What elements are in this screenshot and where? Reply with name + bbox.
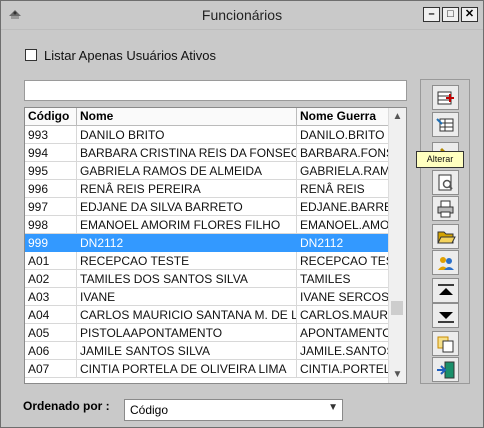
table-row[interactable]: 993 DANILO BRITO DANILO.BRITO (25, 126, 389, 144)
cell-codigo: 993 (25, 126, 77, 144)
table-row[interactable]: 995GABRIELA RAMOS DE ALMEIDAGABRIELA.RAM… (25, 162, 389, 180)
table-row[interactable]: 999 DN2112 DN2112 (25, 234, 389, 252)
title-bar[interactable]: Funcionários – □ ✕ (1, 1, 483, 30)
users-button[interactable] (432, 250, 459, 275)
cell-codigo: 995 (25, 162, 77, 180)
table-row[interactable]: A06 JAMILE SANTOS SILVA JAMILE.SANTOS (25, 342, 389, 360)
preview-button[interactable] (432, 170, 459, 195)
cell-nome-guerra: EMANOEL.AMOR (297, 216, 389, 234)
move-down-button[interactable] (432, 303, 459, 328)
cell-nome-guerra: EDJANE.BARRE (297, 198, 389, 216)
cell-nome: CARLOS MAURICIO SANTANA M. DE LIMA (77, 306, 297, 324)
cell-nome-guerra: APONTAMENTO (297, 324, 389, 342)
cell-nome-guerra: IVANE SERCOSE (297, 288, 389, 306)
cell-nome-guerra: TAMILES (297, 270, 389, 288)
cell-codigo: 999 (25, 234, 77, 252)
cell-nome-guerra: DN2112 (297, 234, 389, 252)
table-row[interactable]: A07 CINTIA PORTELA DE OLIVEIRA LIMA CINTIA… (25, 360, 389, 378)
column-header-nome-guerra[interactable]: Nome Guerra (297, 108, 389, 125)
table-row[interactable]: A01RECEPCAO TESTERECEPCAO TEST (25, 252, 389, 270)
move-up-button[interactable] (432, 278, 459, 303)
table-row[interactable]: 994 BARBARA CRISTINA REIS DA FONSECA BARBA… (25, 144, 389, 162)
order-by-label: Ordenado por : (23, 399, 110, 413)
cell-codigo: 994 (25, 144, 77, 162)
cell-nome-guerra: RECEPCAO TEST (297, 252, 389, 270)
cell-nome: RECEPCAO TESTE (77, 252, 297, 270)
scroll-thumb[interactable] (391, 301, 403, 315)
cell-nome: JAMILE SANTOS SILVA (77, 342, 297, 360)
cell-nome: BARBARA CRISTINA REIS DA FONSECA (77, 144, 297, 162)
order-by-value: Código (130, 403, 169, 417)
maximize-icon: □ (447, 8, 454, 20)
cell-codigo: A06 (25, 342, 77, 360)
cell-nome-guerra: DANILO.BRITO (297, 126, 389, 144)
search-input[interactable] (24, 80, 407, 101)
cell-nome-guerra: BARBARA.FONS (297, 144, 389, 162)
cell-nome: EDJANE DA SILVA BARRETO (77, 198, 297, 216)
print-button[interactable] (432, 196, 459, 221)
chevron-down-icon: ▼ (328, 402, 338, 413)
cell-nome: EMANOEL AMORIM FLORES FILHO (77, 216, 297, 234)
cell-nome: DANILO BRITO (77, 126, 297, 144)
tooltip: Alterar (416, 151, 464, 168)
edit-button[interactable] (432, 112, 459, 137)
table-row[interactable]: A03 IVANE IVANE SERCOSE (25, 288, 389, 306)
cell-nome: CINTIA PORTELA DE OLIVEIRA LIMA (77, 360, 297, 378)
table-row[interactable]: 998 EMANOEL AMORIM FLORES FILHO EMANOEL.AM… (25, 216, 389, 234)
order-by-select[interactable]: Código ▼ (124, 399, 343, 421)
minimize-button[interactable]: – (423, 7, 440, 22)
cell-codigo: 998 (25, 216, 77, 234)
cell-nome: PISTOLAAPONTAMENTO (77, 324, 297, 342)
table-row[interactable]: A05 PISTOLAAPONTAMENTO APONTAMENTO (25, 324, 389, 342)
cell-nome-guerra: RENÂ REIS (297, 180, 389, 198)
cell-nome: IVANE (77, 288, 297, 306)
cell-nome: TAMILES DOS SANTOS SILVA (77, 270, 297, 288)
active-only-label: Listar Apenas Usuários Ativos (44, 48, 216, 63)
scroll-up-icon[interactable]: ▲ (389, 108, 406, 125)
window: Funcionários – □ ✕ Listar Apenas Usuário… (0, 0, 484, 428)
active-only-checkbox[interactable] (25, 49, 37, 61)
cell-nome-guerra: GABRIELA.RAMO (297, 162, 389, 180)
grid-header: Código Nome Nome Guerra (25, 108, 389, 126)
cell-codigo: A04 (25, 306, 77, 324)
column-header-codigo[interactable]: Código (25, 108, 77, 125)
cell-codigo: A02 (25, 270, 77, 288)
maximize-button[interactable]: □ (442, 7, 459, 22)
cell-nome: DN2112 (77, 234, 297, 252)
cell-nome-guerra: CARLOS.MAURIC (297, 306, 389, 324)
add-button[interactable] (432, 85, 459, 110)
close-button[interactable]: ✕ (461, 7, 478, 22)
column-header-nome[interactable]: Nome (77, 108, 297, 125)
cell-codigo: A07 (25, 360, 77, 378)
copy-button[interactable] (432, 331, 459, 356)
window-title: Funcionários (201, 7, 283, 23)
table-row[interactable]: 996 RENÂ REIS PEREIRA RENÂ REIS (25, 180, 389, 198)
cell-nome-guerra: JAMILE.SANTOS (297, 342, 389, 360)
open-folder-button[interactable] (432, 224, 459, 249)
cell-nome: GABRIELA RAMOS DE ALMEIDA (77, 162, 297, 180)
cell-codigo: 996 (25, 180, 77, 198)
scroll-down-icon[interactable]: ▼ (389, 366, 406, 383)
cell-codigo: A03 (25, 288, 77, 306)
vertical-scrollbar[interactable]: ▲ ▼ (388, 108, 406, 383)
table-row[interactable]: A04 CARLOS MAURICIO SANTANA M. DE LIMA CAR… (25, 306, 389, 324)
employees-grid[interactable]: Código Nome Nome Guerra 993 DANILO BRITO D… (24, 107, 407, 384)
exit-button[interactable] (432, 357, 459, 382)
minimize-icon: – (428, 8, 435, 20)
side-toolbar (420, 79, 470, 384)
cell-codigo: A01 (25, 252, 77, 270)
close-icon: ✕ (464, 8, 475, 20)
table-row[interactable]: A02 TAMILES DOS SANTOS SILVA TAMILES (25, 270, 389, 288)
cell-nome: RENÂ REIS PEREIRA (77, 180, 297, 198)
cell-nome-guerra: CINTIA.PORTELA (297, 360, 389, 378)
table-row[interactable]: 997 EDJANE DA SILVA BARRETO EDJANE.BARRE (25, 198, 389, 216)
cell-codigo: A05 (25, 324, 77, 342)
cell-codigo: 997 (25, 198, 77, 216)
